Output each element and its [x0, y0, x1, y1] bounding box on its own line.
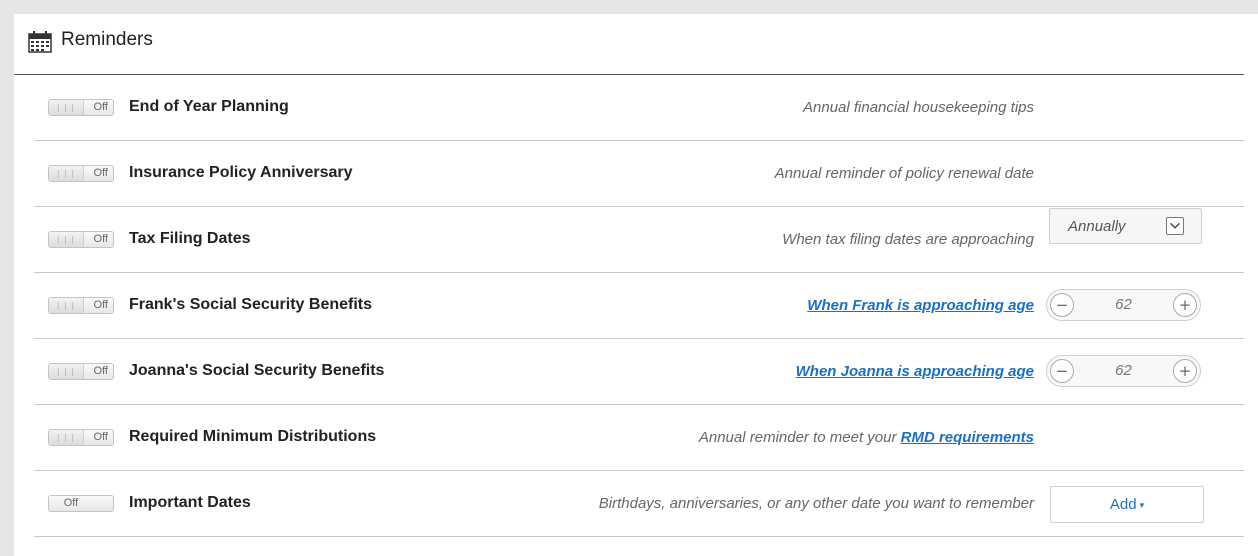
toggle-switch[interactable]: | | | Off	[48, 231, 114, 248]
rmd-requirements-link[interactable]: RMD requirements	[901, 429, 1034, 446]
toggle-switch[interactable]: | | | Off	[48, 363, 114, 380]
age-stepper[interactable]: − 62 +	[1046, 355, 1201, 387]
reminder-description: Annual financial housekeeping tips	[803, 99, 1034, 116]
reminder-row-rmd: | | | Off Required Minimum Distributions…	[34, 405, 1244, 471]
toggle-switch[interactable]: Off	[48, 495, 114, 512]
reminder-title: Insurance Policy Anniversary	[129, 164, 353, 181]
reminders-panel: Reminders | | | Off End of Year Planning…	[14, 14, 1258, 556]
add-label: Add	[1109, 496, 1137, 513]
toggle-state: Off	[93, 101, 108, 113]
toggle-grip: | | |	[49, 100, 84, 115]
toggle-state: Off	[93, 365, 108, 377]
toggle-state: Off	[93, 233, 108, 245]
reminder-row-joanna-ss: | | | Off Joanna's Social Security Benef…	[34, 339, 1244, 405]
increment-button[interactable]: +	[1173, 293, 1197, 317]
reminder-title: Important Dates	[129, 494, 251, 511]
toggle-grip: | | |	[49, 166, 84, 181]
toggle-state: Off	[93, 431, 108, 443]
reminder-row-end-of-year: | | | Off End of Year Planning Annual fi…	[34, 75, 1244, 141]
reminder-description: Annual reminder of policy renewal date	[774, 165, 1034, 182]
toggle-state: Off	[93, 167, 108, 179]
rmd-description-text: Annual reminder to meet your	[698, 429, 901, 446]
frequency-select[interactable]: Annually	[1049, 208, 1202, 244]
increment-button[interactable]: +	[1173, 359, 1197, 383]
toggle-switch[interactable]: | | | Off	[48, 429, 114, 446]
frequency-selected: Annually	[1068, 218, 1126, 235]
chevron-down-icon	[1166, 217, 1184, 235]
age-settings-link[interactable]: When Joanna is approaching age	[796, 363, 1034, 380]
reminder-row-insurance: | | | Off Insurance Policy Anniversary A…	[34, 141, 1244, 207]
toggle-switch[interactable]: | | | Off	[48, 165, 114, 182]
reminder-row-frank-ss: | | | Off Frank's Social Security Benefi…	[34, 273, 1244, 339]
reminder-description: When Frank is approaching age	[807, 297, 1034, 314]
age-settings-link[interactable]: When Frank is approaching age	[807, 297, 1034, 314]
page-title: Reminders	[61, 29, 153, 50]
toggle-grip: | | |	[49, 430, 84, 445]
reminder-description: Birthdays, anniversaries, or any other d…	[598, 495, 1034, 512]
reminder-description: When tax filing dates are approaching	[782, 231, 1034, 248]
reminder-title: End of Year Planning	[129, 98, 289, 115]
reminder-row-tax-filing: | | | Off Tax Filing Dates When tax fili…	[34, 207, 1244, 273]
reminder-title: Tax Filing Dates	[129, 230, 251, 247]
add-date-button[interactable]: Add ▾	[1050, 486, 1204, 523]
caret-down-icon: ▾	[1139, 500, 1145, 510]
reminder-title: Frank's Social Security Benefits	[129, 296, 373, 313]
reminder-description: Annual reminder to meet your RMD require…	[699, 429, 1034, 446]
age-stepper[interactable]: − 62 +	[1046, 289, 1201, 321]
reminder-row-important-dates: Off Important Dates Birthdays, anniversa…	[34, 471, 1244, 537]
toggle-state: Off	[63, 497, 79, 509]
toggle-grip: | | |	[49, 298, 84, 313]
reminder-description: When Joanna is approaching age	[796, 363, 1034, 380]
toggle-state: Off	[93, 299, 108, 311]
reminders-header: Reminders	[14, 14, 1244, 75]
toggle-grip: | | |	[49, 232, 84, 247]
reminder-title: Joanna's Social Security Benefits	[129, 362, 385, 379]
toggle-grip: | | |	[49, 364, 84, 379]
calendar-icon	[28, 31, 52, 53]
reminder-title: Required Minimum Distributions	[129, 428, 377, 445]
toggle-switch[interactable]: | | | Off	[48, 99, 114, 116]
toggle-switch[interactable]: | | | Off	[48, 297, 114, 314]
